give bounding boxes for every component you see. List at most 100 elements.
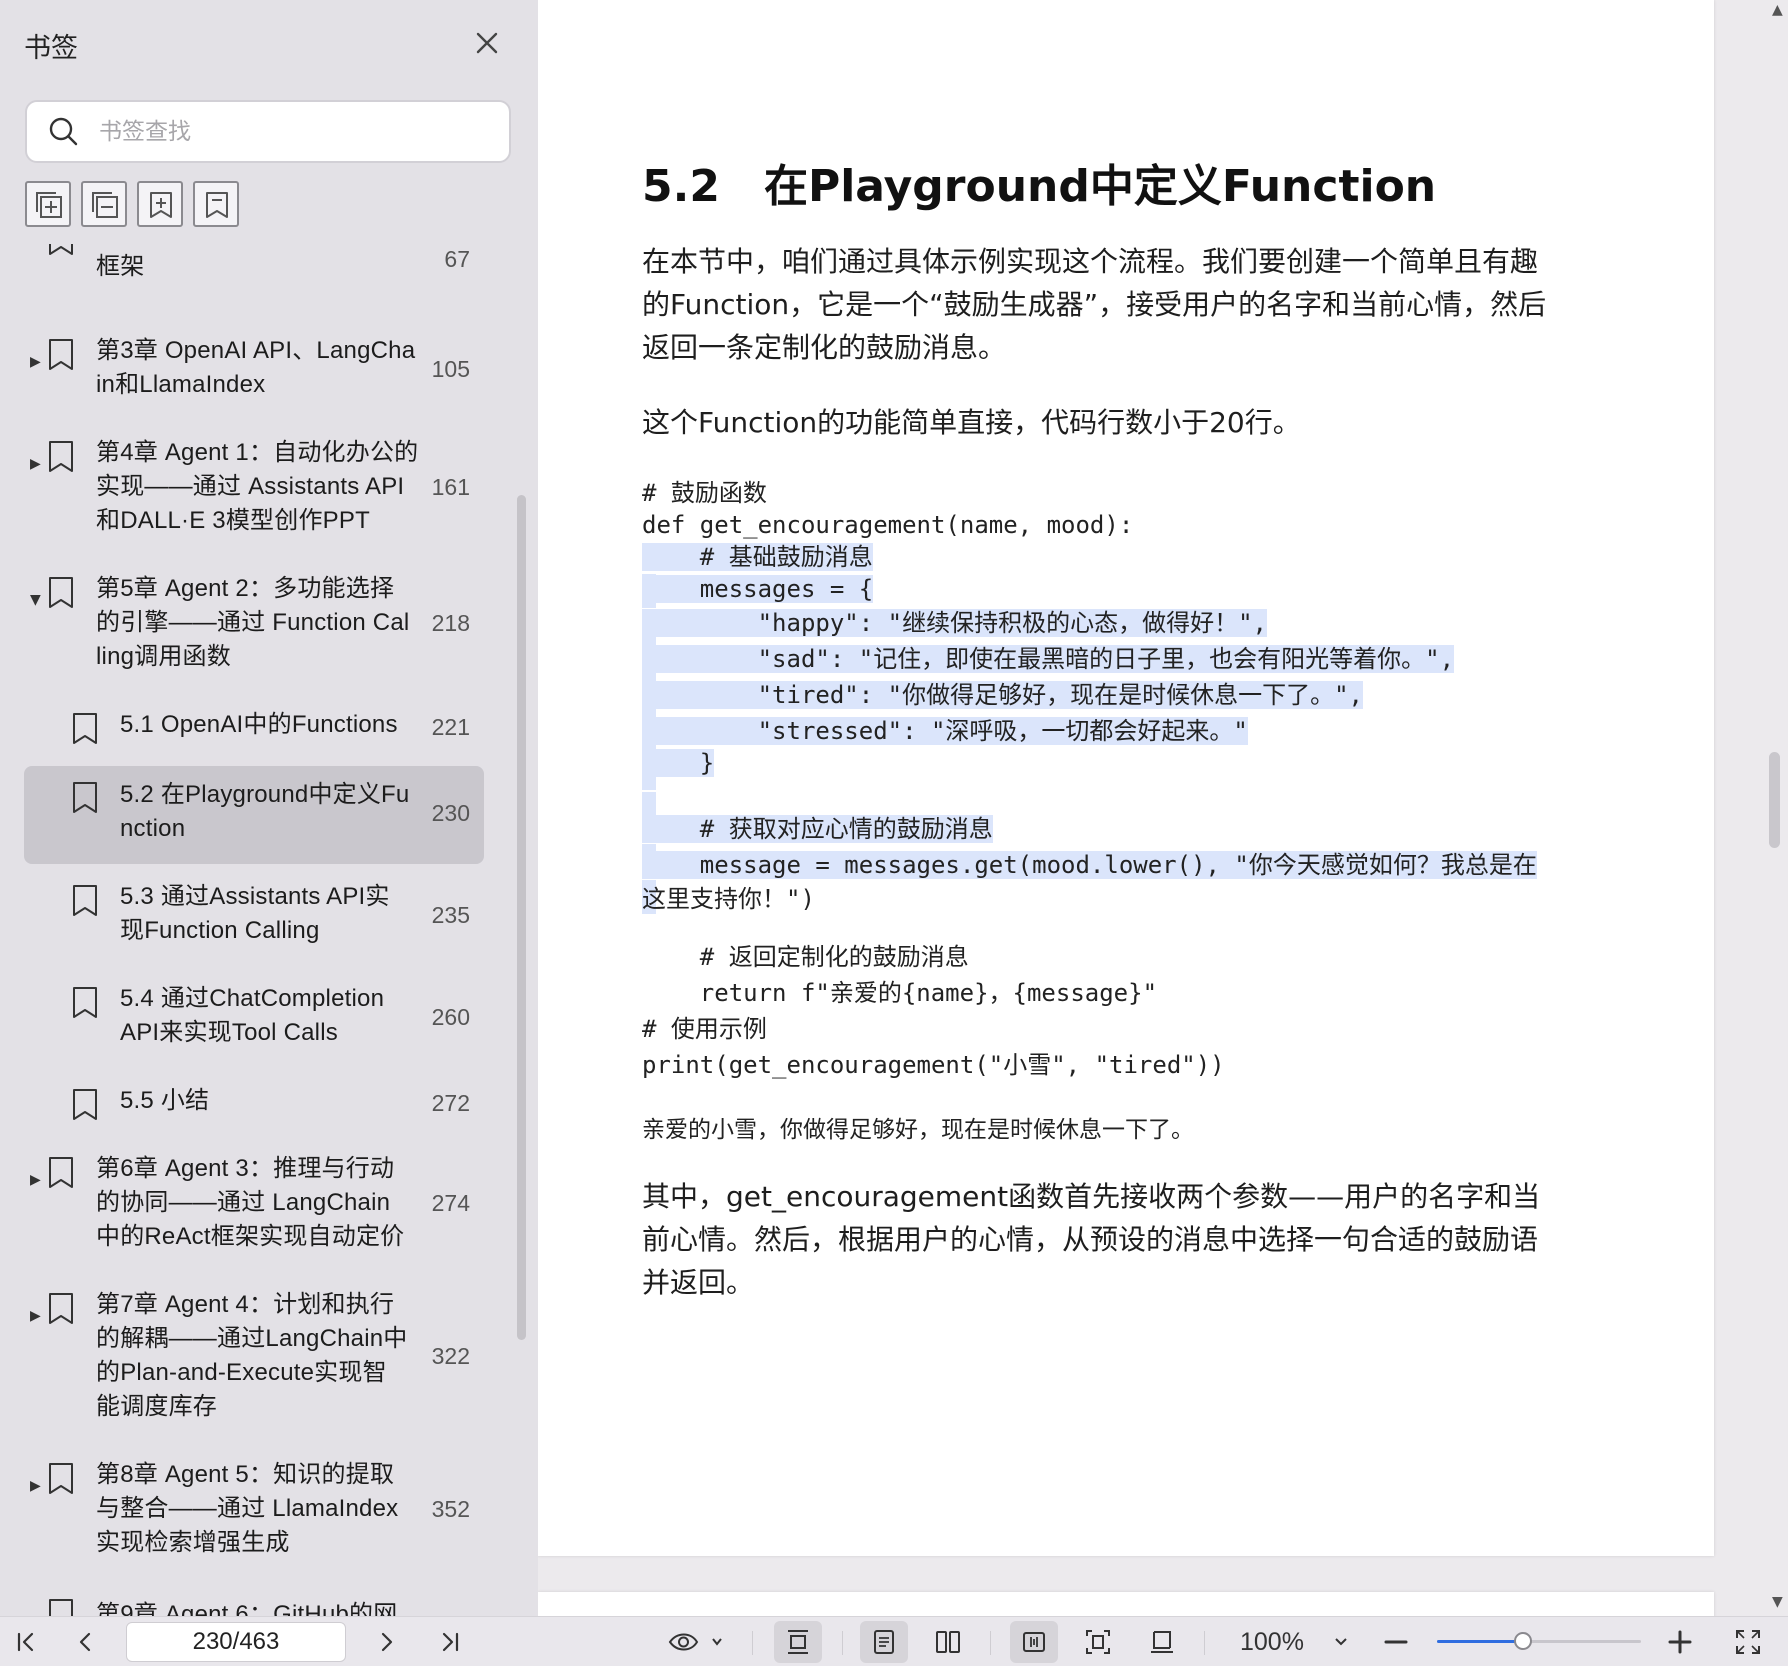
bookmark-search-box[interactable] [25, 100, 511, 163]
code-line: } [642, 749, 715, 777]
expand-arrow-icon[interactable]: ▶ [30, 354, 41, 370]
code-line: return f"亲爱的{name}，{message}" [642, 979, 1158, 1007]
expand-arrow-icon[interactable]: ▶ [30, 456, 41, 472]
code-line: # 使用示例 [642, 1015, 767, 1043]
expand-arrow-icon[interactable]: ▶ [30, 1308, 41, 1324]
code-line: message = messages.get(mood.lower(), "你今… [642, 851, 1537, 879]
document-scrollbar-thumb[interactable] [1769, 752, 1780, 848]
fit-page-icon[interactable] [1074, 1617, 1122, 1666]
bookmark-page: 272 [431, 1090, 470, 1116]
expand-arrow-icon[interactable]: ▶ [30, 1172, 41, 1188]
bookmark-flag-icon [73, 782, 97, 813]
zoom-level[interactable]: 100% [1240, 1617, 1304, 1666]
bookmark-flag-icon [73, 885, 97, 916]
bookmark-item[interactable]: ▶ 第6章 Agent 3：推理与行动 的协同——通过 LangChain 中的… [24, 1152, 484, 1258]
code-line: "happy": "继续保持积极的心态，做得好！", [642, 609, 1267, 637]
bookmark-flag-icon [49, 1293, 73, 1324]
sidebar-scrollbar-thumb[interactable] [517, 495, 526, 1340]
bookmark-label: 第4章 Agent 1：自动化办公的 实现——通过 Assistants API… [96, 439, 419, 534]
bookmark-page: 260 [431, 1004, 470, 1030]
collapse-all-icon[interactable] [81, 181, 127, 227]
eye-icon[interactable] [664, 1617, 730, 1666]
bookmark-item[interactable]: 5.5 小结 272 [24, 1084, 484, 1128]
two-page-icon[interactable] [924, 1617, 972, 1666]
bookmark-search-input[interactable] [99, 112, 489, 152]
bookmark-flag-icon [49, 1463, 73, 1494]
bookmark-icon[interactable] [193, 181, 239, 227]
bookmark-item[interactable]: 框架 67 [24, 244, 484, 314]
code-line: # 鼓励函数 [642, 479, 767, 507]
zoom-slider-handle[interactable] [1513, 1632, 1532, 1650]
code-line: # 基础鼓励消息 [642, 543, 873, 571]
zoom-slider[interactable] [1437, 1632, 1641, 1650]
continuous-scroll-icon[interactable] [774, 1621, 822, 1663]
bookmark-page: 161 [431, 474, 470, 500]
previous-page-icon[interactable] [66, 1617, 106, 1666]
last-page-icon[interactable] [430, 1617, 470, 1666]
bookmark-page: 105 [431, 356, 470, 382]
next-page [538, 1592, 1714, 1616]
zoom-slider-fill [1437, 1640, 1523, 1643]
bookmark-page: 322 [431, 1343, 470, 1369]
page-number-field[interactable] [126, 1622, 346, 1662]
rotate-page-icon[interactable] [1138, 1617, 1186, 1666]
code-line: "tired": "你做得足够好，现在是时候休息一下了。", [642, 681, 1363, 709]
bookmark-item-selected[interactable]: 5.2 在Playground中定义Fu nction 230 [24, 766, 484, 864]
bookmark-item[interactable]: ▼ 第5章 Agent 2：多功能选择 的引擎——通过 Function Cal… [24, 572, 484, 678]
bookmark-item[interactable]: 5.4 通过ChatCompletion API来实现Tool Calls 26… [24, 982, 484, 1056]
code-line: "sad": "记住，即使在最黑暗的日子里，也会有阳光等着你。", [642, 645, 1455, 673]
expand-all-icon[interactable] [25, 181, 71, 227]
bookmark-item[interactable]: ▶ 第9章 Agent 6：GitHub的网 [24, 1594, 484, 1616]
bookmark-label: 第5章 Agent 2：多功能选择 的引擎——通过 Function Cal l… [96, 575, 410, 670]
bookmark-page: 235 [431, 902, 470, 928]
bookmark-label: 5.4 通过ChatCompletion API来实现Tool Calls [120, 985, 385, 1046]
code-line: "stressed": "深呼吸，一切都会好起来。" [642, 717, 1248, 745]
bookmark-label: 第6章 Agent 3：推理与行动 的协同——通过 LangChain 中的Re… [96, 1155, 405, 1250]
zoom-in-icon[interactable] [1660, 1617, 1700, 1666]
collapse-arrow-icon[interactable]: ▼ [30, 592, 41, 608]
bookmark-page: 274 [431, 1190, 470, 1216]
document-page: 5.2 在Playground中定义Function 在本节中，咱们通过具体示例… [538, 0, 1714, 1556]
bookmark-item[interactable]: 5.1 OpenAI中的Functions 221 [24, 708, 484, 752]
scroll-down-arrow-icon[interactable]: ▼ [1772, 1594, 1783, 1610]
scroll-up-arrow-icon[interactable]: ▲ [1772, 2, 1783, 18]
bookmark-label: 第8章 Agent 5：知识的提取 与整合——通过 LlamaIndex 实现检… [96, 1461, 399, 1556]
bookmark-item[interactable]: ▶ 第3章 OpenAI API、LangCha in和LlamaIndex 1… [24, 334, 484, 408]
bookmark-item[interactable]: 5.3 通过Assistants API实 现Function Calling … [24, 880, 484, 954]
panel-title: 书签 [24, 33, 78, 64]
add-bookmark-icon[interactable] [137, 181, 183, 227]
bookmark-flag-icon [73, 713, 97, 744]
code-output: 亲爱的小雪，你做得足够好，现在是时候休息一下了。 [642, 1117, 1194, 1143]
bookmark-flag-icon [73, 1089, 97, 1120]
fullscreen-icon[interactable] [1726, 1617, 1770, 1666]
bookmark-page: 218 [431, 610, 470, 636]
bookmark-flag-icon [49, 339, 73, 370]
bookmark-item[interactable]: ▶ 第4章 Agent 1：自动化办公的 实现——通过 Assistants A… [24, 436, 484, 542]
bookmark-label: 框架 [96, 253, 145, 280]
bookmark-item[interactable]: ▶ 第8章 Agent 5：知识的提取 与整合——通过 LlamaIndex 实… [24, 1458, 484, 1564]
zoom-out-icon[interactable] [1376, 1617, 1416, 1666]
code-line: # 获取对应心情的鼓励消息 [642, 815, 993, 843]
bookmark-label: 5.3 通过Assistants API实 现Function Calling [120, 883, 390, 944]
fit-width-icon[interactable] [1010, 1621, 1058, 1663]
bookmark-flag-icon [49, 244, 73, 255]
first-page-icon[interactable] [6, 1617, 46, 1666]
code-line: 这里支持你！") [642, 885, 815, 913]
code-line: messages = { [642, 575, 874, 603]
bookmark-label: 第7章 Agent 4：计划和执行 的解耦——通过LangChain中 的Pla… [96, 1291, 408, 1420]
bookmark-flag-icon [49, 1599, 73, 1616]
bookmark-list: 框架 67 ▶ 第3章 OpenAI API、LangCha in和LlamaI… [0, 244, 510, 1616]
next-page-icon[interactable] [366, 1617, 406, 1666]
chevron-down-icon[interactable] [1326, 1617, 1356, 1666]
code-line: # 返回定制化的鼓励消息 [642, 943, 969, 971]
bookmark-label: 第9章 Agent 6：GitHub的网 [96, 1601, 398, 1616]
code-line: print(get_encouragement("小雪", "tired")) [642, 1051, 1225, 1079]
bookmark-label: 5.5 小结 [120, 1087, 210, 1114]
bookmark-label: 5.2 在Playground中定义Fu nction [120, 781, 410, 842]
single-page-icon[interactable] [860, 1621, 908, 1663]
close-icon[interactable] [470, 26, 504, 60]
expand-arrow-icon[interactable]: ▶ [30, 1478, 41, 1494]
page-number-input[interactable] [127, 1623, 345, 1661]
section-heading: 5.2 在Playground中定义Function [642, 161, 1437, 212]
bookmark-item[interactable]: ▶ 第7章 Agent 4：计划和执行 的解耦——通过LangChain中 的P… [24, 1288, 484, 1428]
